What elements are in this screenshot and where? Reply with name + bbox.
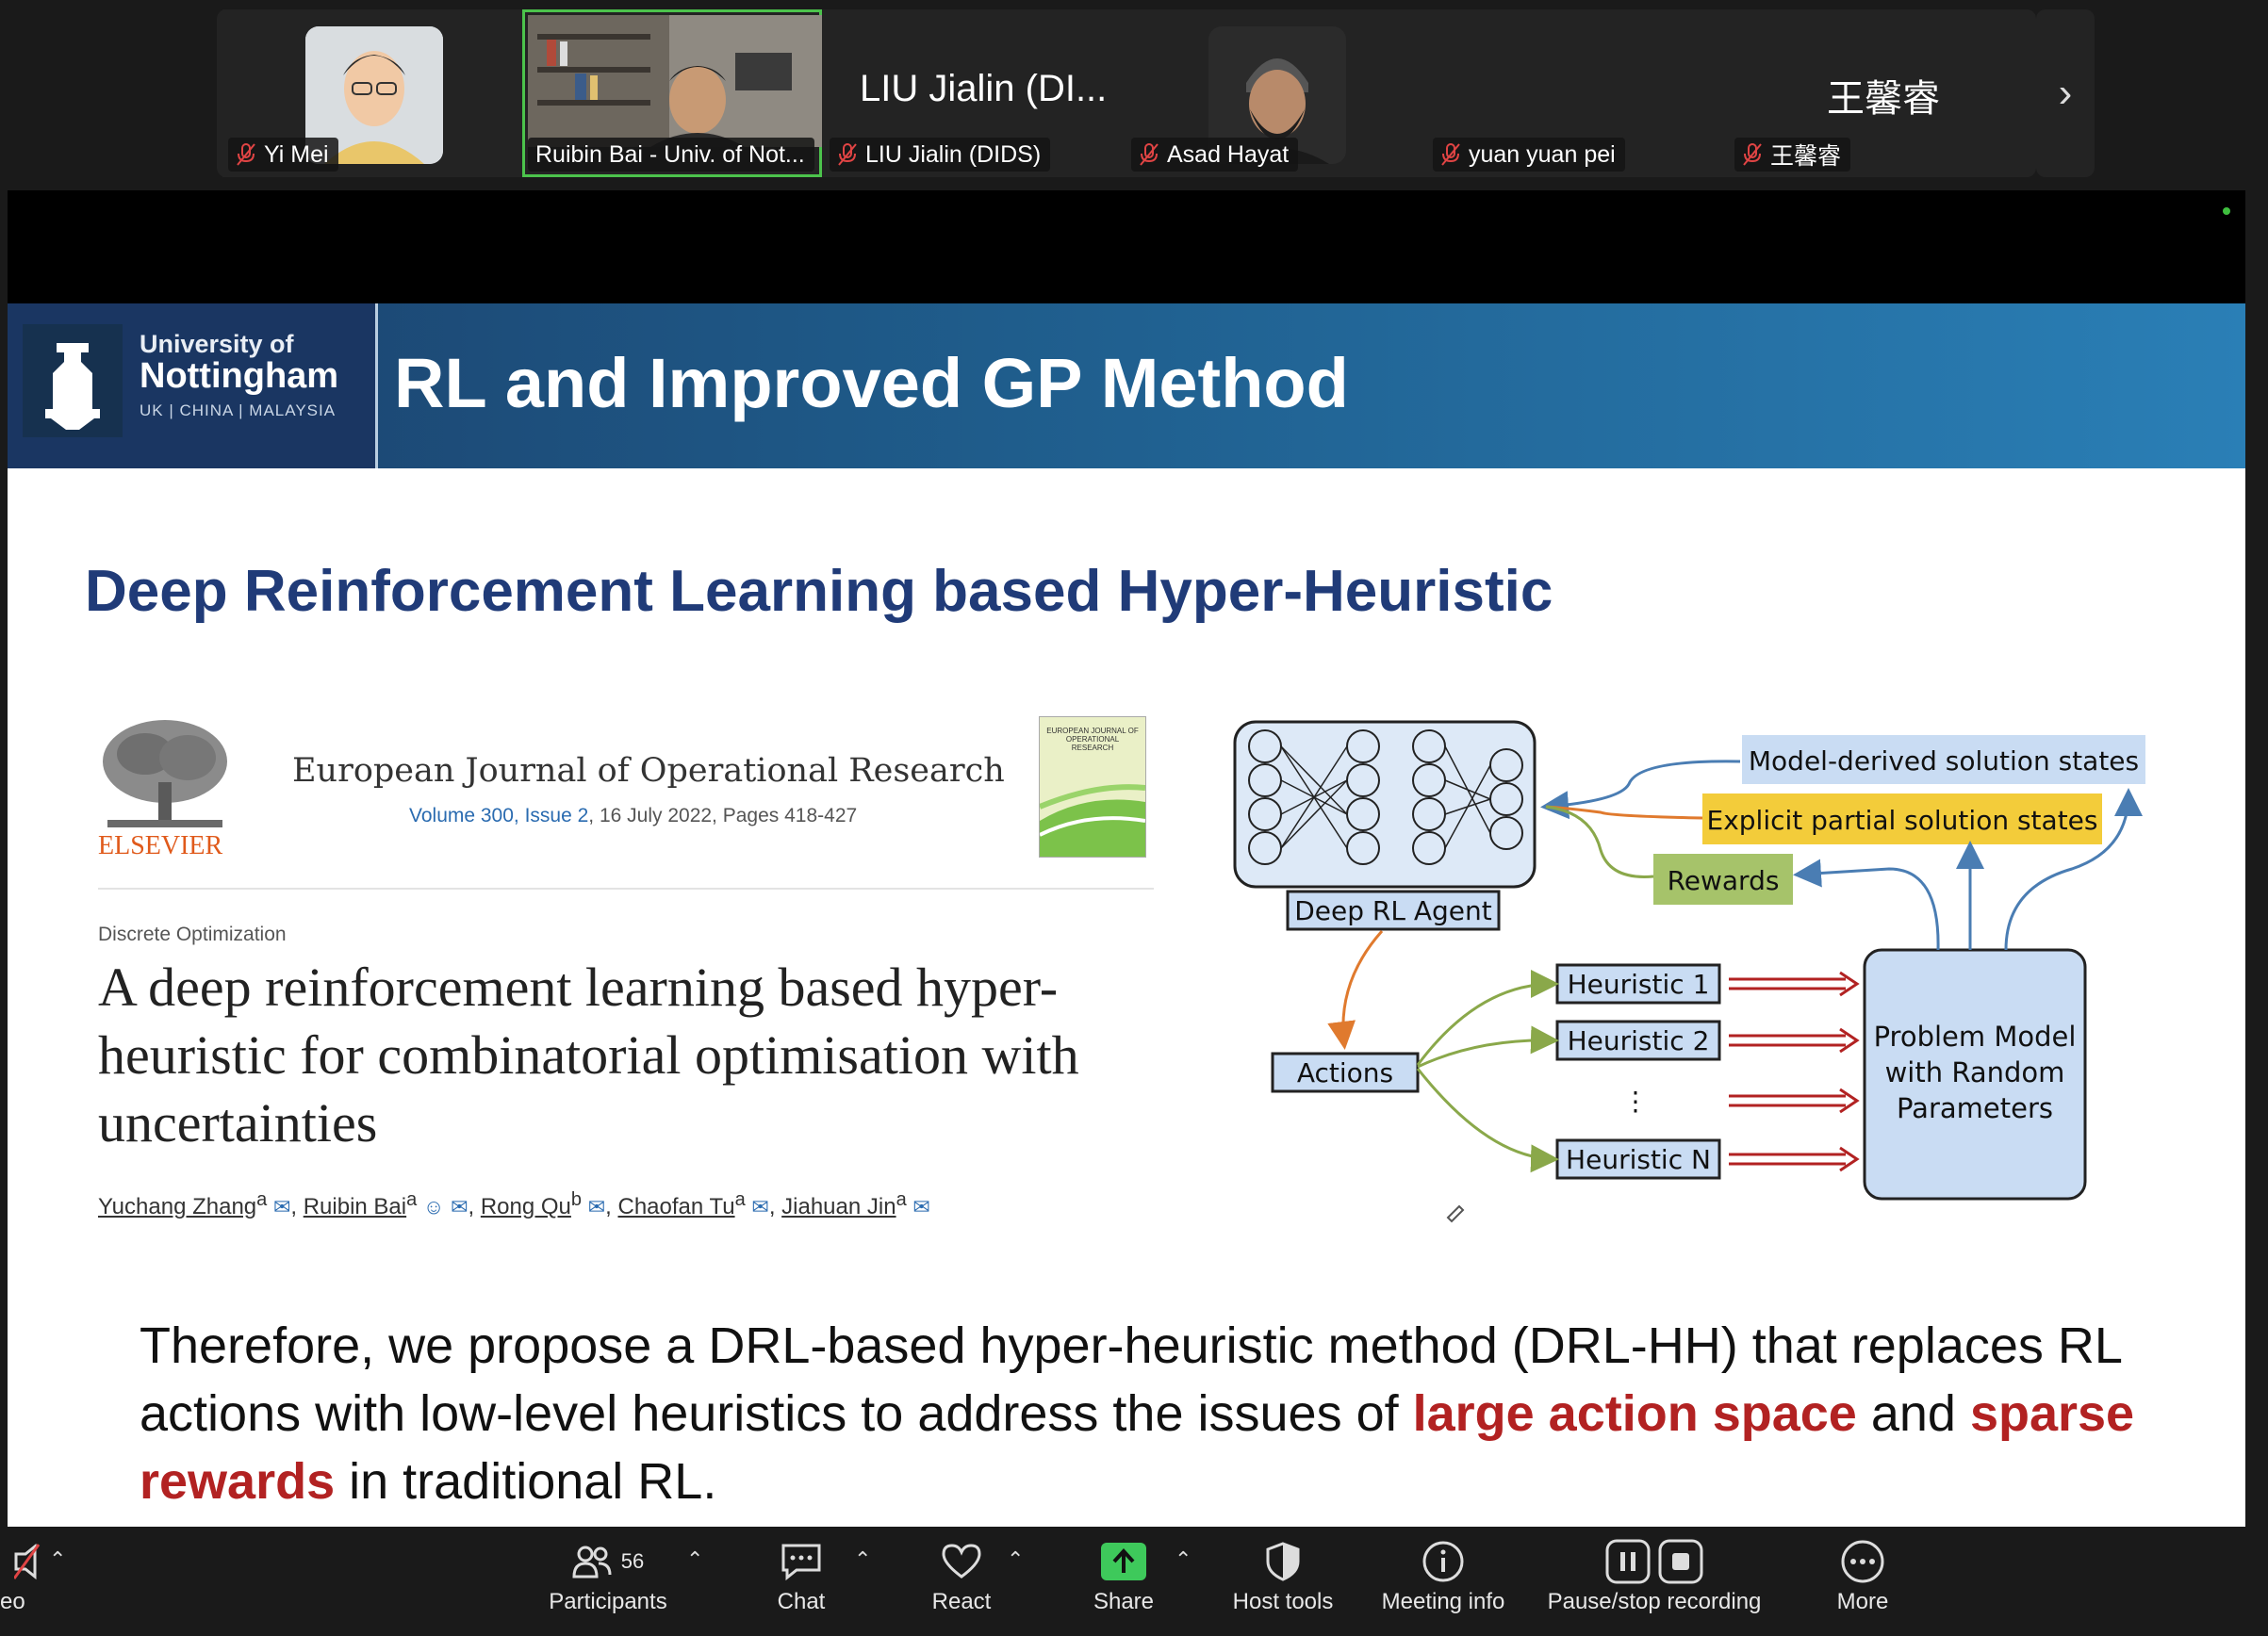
mic-muted-icon <box>236 142 256 167</box>
more-button[interactable]: More <box>1816 1534 1910 1628</box>
pen-cursor-icon <box>1446 1204 1465 1223</box>
problem-model-line3: Parameters <box>1897 1092 2053 1124</box>
body-text-part: in traditional RL. <box>335 1453 717 1510</box>
participant-name-bar: Ruibin Bai - Univ. of Not... <box>528 138 814 172</box>
participant-big-name: LIU Jialin (DI... <box>860 68 1108 109</box>
participant-big-name: 王馨睿 <box>1827 78 1940 120</box>
actions-label: Actions <box>1297 1057 1393 1088</box>
heuristic-2-label: Heuristic 2 <box>1568 1025 1710 1056</box>
heuristic-ellipsis: ⋮ <box>1622 1086 1649 1117</box>
participants-icon-row: 56 <box>537 1534 679 1589</box>
meeting-info-label: Meeting info <box>1381 1589 1505 1614</box>
chat-options-caret[interactable]: ⌃ <box>854 1547 871 1572</box>
screen-share-indicator <box>2223 207 2230 215</box>
chat-label: Chat <box>777 1589 826 1614</box>
participant-tile-ruibin-bai[interactable]: Ruibin Bai - Univ. of Not... <box>522 9 822 177</box>
recording-label: Pause/stop recording <box>1547 1589 1762 1614</box>
heuristic-n-label: Heuristic N <box>1566 1144 1711 1175</box>
participant-tile-wang-xinrui[interactable]: 王馨睿 王馨睿 <box>1729 9 2029 177</box>
more-label: More <box>1836 1589 1889 1614</box>
participant-name: 王馨睿 <box>1770 143 1842 170</box>
participants-icon <box>572 1546 612 1579</box>
model-states-label: Model-derived solution states <box>1749 745 2139 777</box>
agent-label: Deep RL Agent <box>1294 895 1492 926</box>
host-tools-label: Host tools <box>1232 1589 1334 1614</box>
participant-name: LIU Jialin (DIDS) <box>865 140 1042 168</box>
recording-icons <box>1537 1534 1772 1589</box>
rewards-label: Rewards <box>1668 865 1780 896</box>
video-off-icon <box>0 1534 57 1589</box>
participants-label: Participants <box>549 1589 667 1614</box>
participant-tile-liu-jialin[interactable]: LIU Jialin (DI... LIU Jialin (DIDS) <box>824 9 1124 177</box>
participant-name-bar: LIU Jialin (DIDS) <box>830 138 1051 172</box>
highlight-large-action-space: large action space <box>1412 1385 1857 1442</box>
participant-name-bar: Yi Mei <box>228 138 338 172</box>
video-label: eo <box>0 1589 25 1614</box>
participants-button[interactable]: 56 Participants <box>537 1534 679 1628</box>
react-button[interactable]: React <box>914 1534 1009 1628</box>
explicit-states-label: Explicit partial solution states <box>1707 805 2098 836</box>
participant-name: Ruibin Bai - Univ. of Not... <box>535 140 805 168</box>
pause-icon <box>1605 1539 1651 1584</box>
mic-muted-icon <box>837 142 858 167</box>
chat-button[interactable]: Chat <box>754 1534 848 1628</box>
share-options-caret[interactable]: ⌃ <box>1175 1547 1192 1572</box>
pause-stop-recording-button[interactable]: Pause/stop recording <box>1537 1534 1772 1628</box>
mic-muted-icon <box>1742 142 1763 167</box>
host-tools-button[interactable]: Host tools <box>1222 1534 1344 1628</box>
next-page-button[interactable]: › <box>2036 9 2095 177</box>
video-options-caret[interactable]: ⌃ <box>49 1547 66 1572</box>
participant-name-bar: 王馨睿 <box>1734 138 1851 172</box>
participant-tile-yuan-yuan-pei[interactable]: yuan yuan pei <box>1427 9 1727 177</box>
problem-model-line1: Problem Model <box>1874 1021 2077 1053</box>
meeting-info-button[interactable]: Meeting info <box>1372 1534 1514 1628</box>
share-button[interactable]: Share <box>1076 1534 1171 1628</box>
share-icon <box>1076 1534 1171 1589</box>
chevron-right-icon: › <box>2058 70 2073 116</box>
participant-name: Yi Mei <box>264 140 329 168</box>
more-icon <box>1816 1534 1910 1589</box>
problem-model-line2: with Random <box>1885 1056 2065 1088</box>
heart-icon <box>914 1534 1009 1589</box>
react-options-caret[interactable]: ⌃ <box>1007 1547 1024 1572</box>
participant-name-bar: Asad Hayat <box>1131 138 1299 172</box>
stop-icon <box>1658 1539 1703 1584</box>
participant-name-bar: yuan yuan pei <box>1433 138 1625 172</box>
mic-muted-icon <box>1139 142 1159 167</box>
share-label: Share <box>1093 1589 1155 1614</box>
participants-count: 56 <box>620 1549 645 1573</box>
participant-tile-asad-hayat[interactable]: Asad Hayat <box>1126 9 1425 177</box>
mic-muted-icon <box>1440 142 1461 167</box>
info-icon <box>1372 1534 1514 1589</box>
video-button[interactable]: eo <box>0 1534 57 1628</box>
participant-tile-yi-mei[interactable]: Yi Mei <box>222 9 522 177</box>
participants-options-caret[interactable]: ⌃ <box>686 1547 703 1572</box>
shield-icon <box>1222 1534 1344 1589</box>
react-label: React <box>931 1589 992 1614</box>
presentation-slide: University of Nottingham UK | CHINA | MA… <box>8 303 2245 1527</box>
slide-body-text: Therefore, we propose a DRL-based hyper-… <box>140 1312 2176 1515</box>
video-feed <box>528 15 822 147</box>
participant-name: Asad Hayat <box>1167 140 1290 168</box>
meeting-toolbar: eo ⌃ 56 Participants ⌃ Chat ⌃ React ⌃ Sh… <box>0 1527 2268 1636</box>
heuristic-1-label: Heuristic 1 <box>1568 969 1710 1000</box>
neural-network-icon <box>1233 720 1537 889</box>
participant-name: yuan yuan pei <box>1469 140 1616 168</box>
body-text-part: and <box>1856 1385 1970 1442</box>
chat-icon <box>754 1534 848 1589</box>
